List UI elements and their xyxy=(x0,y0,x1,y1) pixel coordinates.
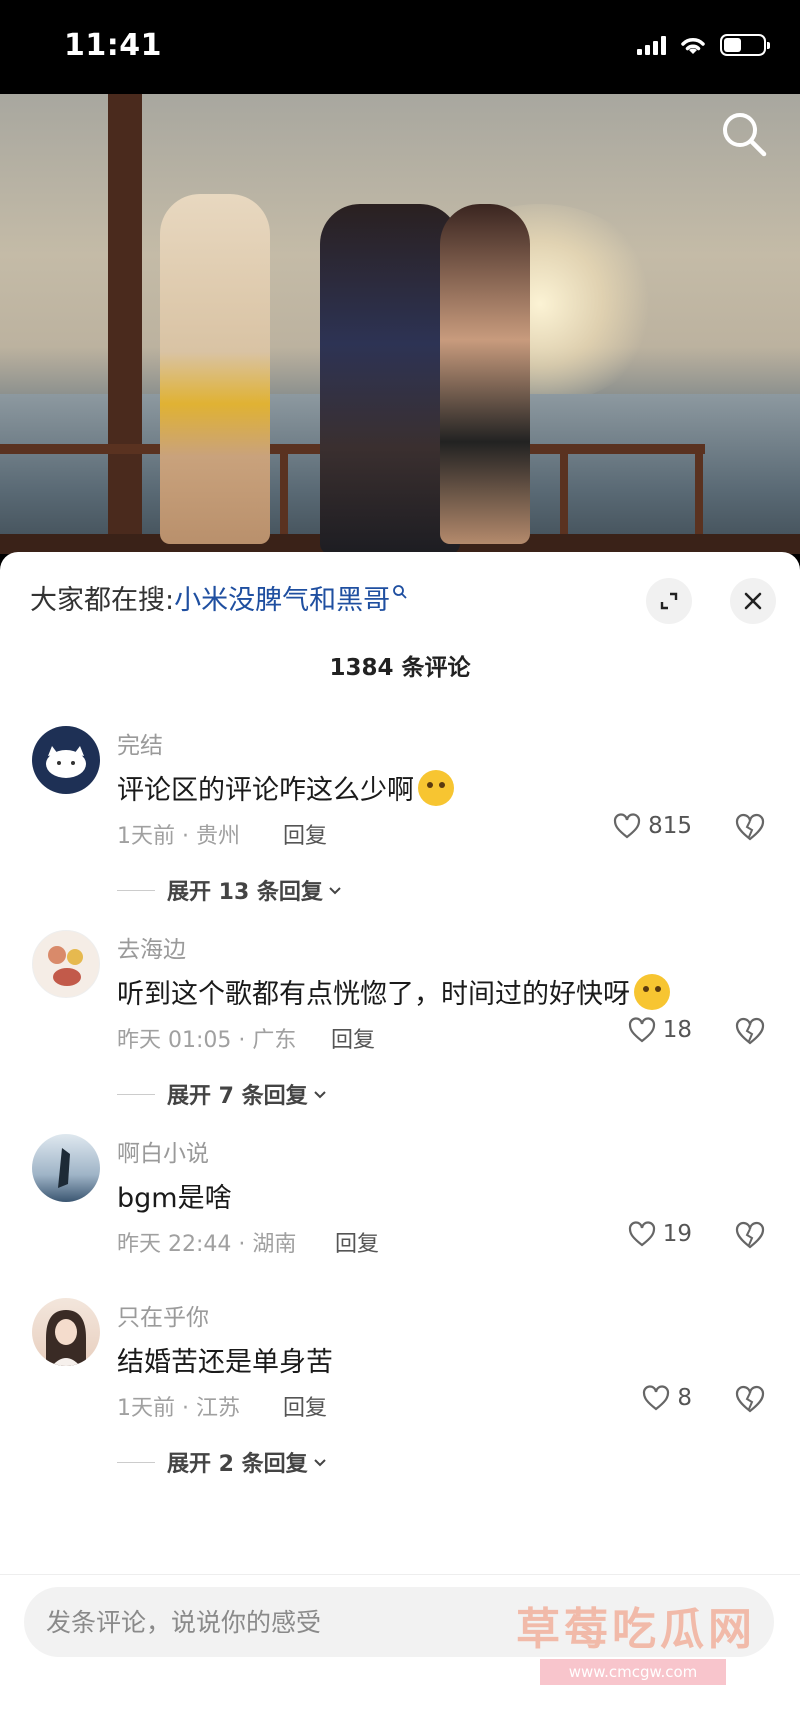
dancer-left xyxy=(160,194,270,544)
dislike-button[interactable] xyxy=(734,1016,770,1052)
dislike-button[interactable] xyxy=(734,1220,770,1256)
broken-heart-icon xyxy=(735,813,765,841)
like-count: 18 xyxy=(662,1017,692,1043)
comment-input-bar: 草莓吃瓜网 www.cmcgw.com xyxy=(0,1574,800,1731)
reply-button[interactable]: 回复 xyxy=(283,1390,327,1422)
heart-icon xyxy=(628,1221,655,1247)
reply-button[interactable]: 回复 xyxy=(331,1022,375,1054)
wifi-icon xyxy=(681,38,705,54)
dancer-center xyxy=(320,204,460,554)
avatar[interactable] xyxy=(32,726,100,794)
comment-meta: 1天前 · 贵州 xyxy=(117,824,240,849)
comment-text: 结婚苦还是单身苦 xyxy=(117,1340,333,1379)
chevron-down-icon xyxy=(312,1082,328,1107)
dislike-button[interactable] xyxy=(734,812,770,848)
comment-text: 评论区的评论咋这么少啊 xyxy=(117,768,454,807)
hot-search-term[interactable]: 小米没脾气和黑哥 xyxy=(174,578,390,617)
boat-mast xyxy=(108,94,142,534)
comment-meta: 昨天 22:44 · 湖南 xyxy=(117,1232,297,1257)
close-icon xyxy=(744,592,762,610)
comment-text-content: 评论区的评论咋这么少啊 xyxy=(117,775,414,806)
expand-replies-button[interactable]: 展开 7 条回复 xyxy=(117,1078,328,1110)
reply-button[interactable]: 回复 xyxy=(335,1226,379,1258)
comment-username[interactable]: 去海边 xyxy=(117,930,186,964)
pleading-face-emoji xyxy=(634,973,670,1010)
dancer-right xyxy=(440,204,530,544)
signal-icon xyxy=(637,35,666,55)
comment-username[interactable]: 啊白小说 xyxy=(117,1134,209,1168)
expand-replies-button[interactable]: 展开 2 条回复 xyxy=(117,1446,328,1478)
comment-text: 听到这个歌都有点恍惚了，时间过的好快呀 xyxy=(117,972,670,1011)
like-button[interactable]: 19 xyxy=(627,1220,692,1248)
watermark-logo: 草莓吃瓜网 xyxy=(516,1604,756,1655)
comment-text-content: 结婚苦还是单身苦 xyxy=(117,1347,333,1378)
broken-heart-icon xyxy=(735,1221,765,1249)
expand-replies-label: 展开 7 条回复 xyxy=(167,1084,308,1109)
like-button[interactable]: 18 xyxy=(627,1016,692,1044)
comment-text-content: bgm是啥 xyxy=(117,1183,232,1214)
like-count: 19 xyxy=(662,1221,692,1247)
expand-replies-label: 展开 13 条回复 xyxy=(167,880,323,905)
battery-icon xyxy=(720,34,770,56)
like-count: 8 xyxy=(677,1385,692,1411)
watermark-url: www.cmcgw.com xyxy=(540,1659,726,1685)
hot-search-prefix: 大家都在搜: xyxy=(30,585,175,616)
comment-text: bgm是啥 xyxy=(117,1176,232,1215)
expand-replies-button[interactable]: 展开 13 条回复 xyxy=(117,874,343,906)
close-button[interactable] xyxy=(730,578,776,624)
comment-sheet: 大家都在搜: 小米没脾气和黑哥 1384 条评论 完结 评论区的评论咋这么少啊 … xyxy=(0,552,800,1731)
avatar[interactable] xyxy=(32,1134,100,1202)
dislike-button[interactable] xyxy=(734,1384,770,1420)
hot-search-link[interactable]: 大家都在搜: 小米没脾气和黑哥 xyxy=(30,578,408,617)
avatar[interactable] xyxy=(32,930,100,998)
comment-username[interactable]: 完结 xyxy=(117,726,163,760)
drooling-face-emoji xyxy=(418,769,454,806)
chevron-down-icon xyxy=(327,878,343,903)
reply-button[interactable]: 回复 xyxy=(283,818,327,850)
chevron-down-icon xyxy=(312,1450,328,1475)
comment-meta: 昨天 01:05 · 广东 xyxy=(117,1028,297,1053)
expand-icon xyxy=(660,592,678,610)
comment-username[interactable]: 只在乎你 xyxy=(117,1298,209,1332)
expand-button[interactable] xyxy=(646,578,692,624)
search-small-icon xyxy=(393,584,407,599)
like-count: 815 xyxy=(648,813,692,839)
heart-icon xyxy=(643,1385,670,1411)
like-button[interactable]: 815 xyxy=(612,812,692,840)
broken-heart-icon xyxy=(735,1385,765,1413)
status-time: 11:41 xyxy=(64,28,162,63)
status-bar: 11:41 xyxy=(0,0,800,94)
comment-count: 1384 条评论 xyxy=(329,655,471,681)
comment-text-content: 听到这个歌都有点恍惚了，时间过的好快呀 xyxy=(117,979,630,1010)
like-button[interactable]: 8 xyxy=(641,1384,692,1412)
expand-replies-label: 展开 2 条回复 xyxy=(167,1452,308,1477)
video-player[interactable] xyxy=(0,94,800,554)
status-icons xyxy=(637,34,770,56)
broken-heart-icon xyxy=(735,1017,765,1045)
comment-meta: 1天前 · 江苏 xyxy=(117,1396,240,1421)
heart-icon xyxy=(613,813,641,839)
search-icon[interactable] xyxy=(718,108,772,162)
sheet-header: 大家都在搜: 小米没脾气和黑哥 xyxy=(0,552,800,648)
heart-icon xyxy=(628,1017,655,1043)
avatar[interactable] xyxy=(32,1298,100,1366)
